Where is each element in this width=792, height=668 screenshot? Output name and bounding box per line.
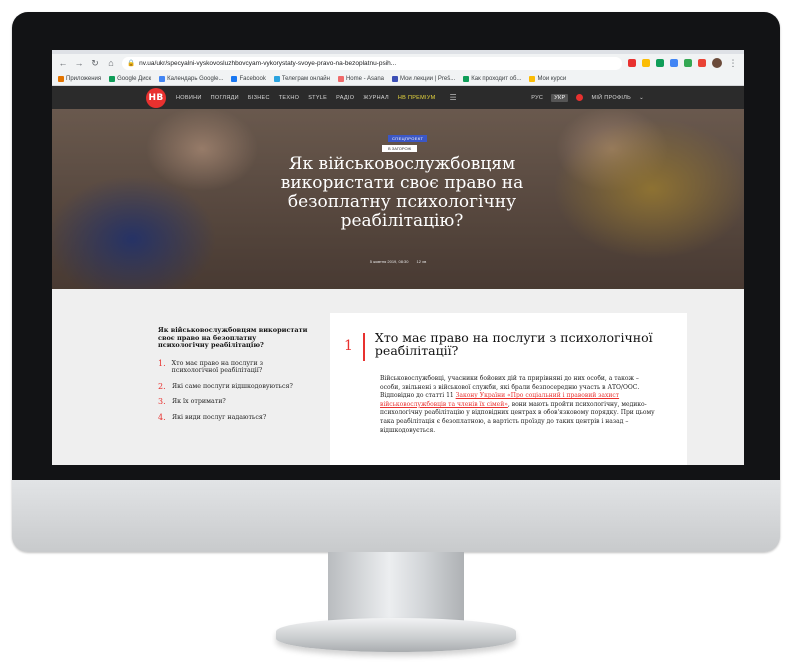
menu-item[interactable]: STYLE	[308, 95, 327, 101]
site-header: НВ НОВИНИ ПОГЛЯДИ БІЗНЕС ТЕХНО STYLE РАД…	[52, 86, 744, 109]
article-date: 5 жовтня 2019, 08:30	[369, 259, 409, 264]
toc-item[interactable]: 4. Які види послуг надаються?	[158, 412, 308, 422]
toc-item[interactable]: 3. Як їх отримати?	[158, 398, 308, 406]
bookmark-label: Как проходит об...	[471, 75, 522, 82]
url-text: nv.ua/ukr/specyalni-vyskovosluzhbovcyam-…	[139, 59, 397, 67]
extension-icon[interactable]	[628, 59, 636, 67]
bookmark-favicon-icon	[159, 75, 166, 82]
menu-item[interactable]: ЖУРНАЛ	[363, 95, 389, 101]
browser-screen: ← → ↻ ⌂ 🔒 nv.ua/ukr/specyalni-vyskovoslu…	[52, 50, 744, 465]
home-icon[interactable]: ⌂	[106, 58, 116, 68]
bookmark-item[interactable]: Приложения	[58, 75, 102, 82]
toc-item[interactable]: 2. Які саме послуги відшкодовуються?	[158, 381, 308, 391]
toc-text: Як їх отримати?	[172, 398, 226, 405]
toc-number: 1.	[158, 358, 166, 368]
bookmark-favicon-icon	[58, 75, 64, 82]
bookmark-label: Google Диск	[117, 75, 152, 82]
bookmark-favicon-icon	[529, 75, 536, 82]
bookmark-item[interactable]: Телеграм онлайн	[273, 75, 330, 82]
monitor-stand-neck	[328, 552, 464, 622]
lock-icon: 🔒	[127, 60, 136, 67]
bookmark-favicon-icon	[463, 75, 470, 82]
article-section: 1 Хто має право на послуги з психологічн…	[330, 313, 687, 465]
hero-banner: СПЕЦПРОЕКТ В ЗАГОРОЖ Як військовослужбов…	[52, 109, 744, 289]
back-icon[interactable]: ←	[58, 58, 68, 68]
profile-link[interactable]: МІЙ ПРОФІЛЬ	[591, 95, 631, 101]
header-tools: РУС УКР МІЙ ПРОФІЛЬ ⌄	[531, 93, 744, 102]
bookmark-favicon-icon	[337, 75, 344, 82]
extension-icon[interactable]	[684, 59, 692, 67]
section-paragraph: Військовослужбовці, учасники бойових дій…	[380, 375, 655, 435]
section-title: Хто має право на послуги з психологічної…	[374, 330, 653, 358]
imac-monitor: ← → ↻ ⌂ 🔒 nv.ua/ukr/specyalni-vyskovoslu…	[12, 12, 780, 552]
bookmark-label: Home - Asana	[345, 75, 384, 82]
bookmarks-bar: Приложения Google Диск Календарь Google...…	[52, 72, 744, 86]
bookmark-label: Facebook	[239, 75, 266, 82]
section-number: 1	[344, 338, 353, 354]
section-divider	[362, 333, 365, 361]
article-meta: 5 жовтня 2019, 08:30 12 хв	[52, 259, 744, 264]
extension-icon[interactable]	[670, 59, 678, 67]
main-menu: НОВИНИ ПОГЛЯДИ БІЗНЕС ТЕХНО STYLE РАДІО …	[176, 95, 436, 101]
bookmark-item[interactable]: Мои лекции | Preš...	[392, 75, 456, 82]
menu-item[interactable]: ТЕХНО	[279, 95, 299, 101]
bookmark-item[interactable]: Как проходит об...	[463, 75, 522, 82]
extension-icon[interactable]	[642, 59, 650, 67]
category-badge[interactable]: В ЗАГОРОЖ	[382, 145, 418, 152]
user-icon[interactable]	[576, 94, 584, 101]
bookmark-label: Мои лекции | Preš...	[400, 75, 456, 82]
bookmark-favicon-icon	[231, 75, 238, 82]
chevron-down-icon[interactable]: ⌄	[639, 95, 644, 101]
lang-ua[interactable]: УКР	[551, 93, 569, 102]
extension-icon[interactable]	[656, 59, 664, 67]
article-title: Як військовослужбовцям використати своє …	[280, 154, 524, 231]
bookmark-label: Телеграм онлайн	[281, 75, 330, 82]
menu-item[interactable]: НОВИНИ	[176, 95, 202, 101]
monitor-chin	[12, 480, 780, 552]
bookmark-label: Мои курси	[537, 75, 567, 82]
hamburger-icon[interactable]: ☰	[450, 93, 457, 102]
screen-bezel: ← → ↻ ⌂ 🔒 nv.ua/ukr/specyalni-vyskovoslu…	[12, 12, 780, 480]
bookmark-label: Календарь Google...	[167, 75, 224, 82]
forward-icon[interactable]: →	[74, 58, 84, 68]
toc-item[interactable]: 1. Хто має право на послуги з психологічн…	[158, 358, 308, 375]
bookmark-item[interactable]: Facebook	[231, 75, 266, 82]
lang-ru[interactable]: РУС	[531, 95, 543, 101]
bookmark-item[interactable]: Google Диск	[109, 75, 152, 82]
bookmark-label: Приложения	[66, 75, 102, 82]
toc-text: Які саме послуги відшкодовуються?	[172, 382, 293, 390]
toc-number: 3.	[158, 397, 166, 406]
bookmark-favicon-icon	[109, 75, 116, 82]
menu-item[interactable]: РАДІО	[336, 95, 354, 101]
toc-number: 4.	[158, 412, 166, 422]
site-logo[interactable]: НВ	[146, 88, 166, 108]
extension-icon[interactable]	[698, 59, 706, 67]
read-time: 12 хв	[416, 259, 427, 264]
bookmark-favicon-icon	[392, 75, 398, 82]
toc-text: Які види послуг надаються?	[172, 413, 267, 421]
menu-item[interactable]: БІЗНЕС	[248, 95, 270, 101]
menu-item-premium[interactable]: НВ ПРЕМІУМ	[398, 95, 436, 101]
bookmark-favicon-icon	[273, 75, 280, 82]
monitor-stand-foot	[276, 618, 516, 652]
bookmark-item[interactable]: Календарь Google...	[159, 75, 224, 82]
bookmark-item[interactable]: Home - Asana	[337, 75, 384, 82]
bookmark-item[interactable]: Мои курси	[529, 75, 567, 82]
menu-item[interactable]: ПОГЛЯДИ	[211, 95, 239, 101]
table-of-contents: Як військовослужбовцям використати своє …	[158, 326, 308, 429]
toc-text: Хто має право на послуги з психологічної…	[171, 359, 264, 375]
menu-dots-icon[interactable]: ⋮	[728, 58, 738, 69]
address-bar[interactable]: 🔒 nv.ua/ukr/specyalni-vyskovosluzhbovcya…	[122, 56, 622, 70]
browser-toolbar: ← → ↻ ⌂ 🔒 nv.ua/ukr/specyalni-vyskovoslu…	[52, 54, 744, 72]
article-content: Як військовослужбовцям використати своє …	[52, 289, 744, 465]
special-project-badge[interactable]: СПЕЦПРОЕКТ	[388, 135, 428, 142]
reload-icon[interactable]: ↻	[90, 58, 100, 69]
profile-avatar[interactable]	[712, 58, 722, 68]
toc-title: Як військовослужбовцям використати своє …	[158, 326, 308, 349]
toc-list: 1. Хто має право на послуги з психологічн…	[158, 358, 308, 422]
toc-number: 2.	[158, 381, 166, 391]
section-header: 1 Хто має право на послуги з психологічн…	[330, 331, 687, 361]
